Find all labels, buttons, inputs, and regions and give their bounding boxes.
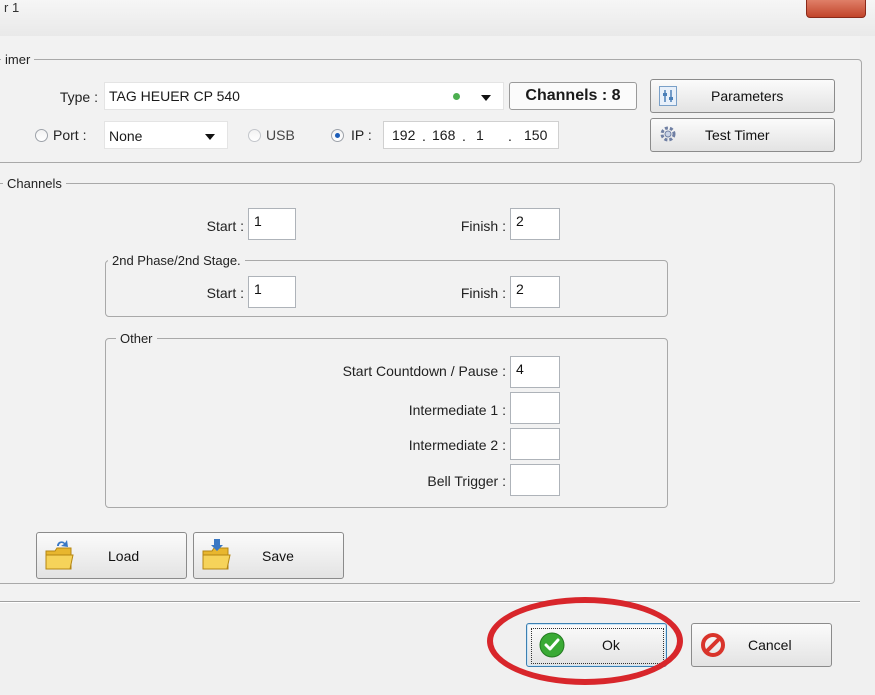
type-select-value: TAG HEUER CP 540 bbox=[109, 88, 240, 104]
port-label: Port : bbox=[53, 127, 87, 143]
finish-label: Finish : bbox=[460, 218, 506, 234]
second-phase-legend: 2nd Phase/2nd Stage. bbox=[112, 253, 241, 268]
cancel-button-label: Cancel bbox=[748, 637, 792, 653]
port-radio[interactable] bbox=[35, 129, 48, 142]
close-button[interactable] bbox=[806, 0, 866, 18]
bell-trigger-input[interactable] bbox=[510, 464, 560, 496]
ip-dot-2: . bbox=[462, 128, 466, 144]
bell-trigger-label: Bell Trigger : bbox=[427, 473, 506, 489]
phase2-start-label: Start : bbox=[206, 285, 244, 301]
usb-radio[interactable] bbox=[248, 129, 261, 142]
save-button[interactable]: Save bbox=[193, 532, 344, 579]
parameters-button[interactable]: Parameters bbox=[650, 79, 835, 113]
gear-icon bbox=[659, 125, 677, 143]
ip-label: IP : bbox=[351, 127, 372, 143]
channels-group-legend: Channels bbox=[7, 176, 62, 191]
folder-open-icon bbox=[43, 537, 75, 573]
chevron-down-icon[interactable] bbox=[205, 134, 215, 140]
sliders-icon bbox=[659, 86, 677, 106]
port-select-value: None bbox=[109, 128, 143, 144]
cancel-button[interactable]: Cancel bbox=[691, 623, 832, 667]
window-title: r 1 bbox=[4, 0, 20, 15]
chevron-down-icon[interactable] bbox=[481, 95, 491, 101]
channels-count-display: Channels : 8 bbox=[509, 82, 637, 110]
type-select[interactable]: TAG HEUER CP 540 bbox=[104, 82, 504, 110]
timer-group-legend: imer bbox=[5, 52, 31, 67]
ip-dot-1: . bbox=[422, 128, 426, 144]
status-dot-icon bbox=[453, 93, 460, 100]
ip-octet-4[interactable]: 150 bbox=[524, 122, 547, 148]
phase2-finish-label: Finish : bbox=[460, 285, 506, 301]
load-button[interactable]: Load bbox=[36, 532, 187, 579]
phase2-finish-input[interactable]: 2 bbox=[510, 276, 560, 308]
test-timer-button[interactable]: Test Timer bbox=[650, 118, 835, 152]
dialog-separator-highlight bbox=[0, 602, 860, 603]
intermediate2-label: Intermediate 2 : bbox=[408, 437, 506, 453]
phase2-start-input[interactable]: 1 bbox=[248, 276, 296, 308]
test-timer-button-label: Test Timer bbox=[705, 127, 770, 143]
countdown-label: Start Countdown / Pause : bbox=[342, 363, 506, 379]
ip-radio[interactable] bbox=[331, 129, 344, 142]
ip-address-input: 192 . 168 . 1 . 150 bbox=[383, 121, 559, 149]
save-button-label: Save bbox=[262, 548, 294, 564]
start-input[interactable]: 1 bbox=[248, 208, 296, 240]
intermediate1-input[interactable] bbox=[510, 392, 560, 424]
ip-dot-3: . bbox=[508, 128, 512, 144]
countdown-input[interactable]: 4 bbox=[510, 356, 560, 388]
other-group-legend: Other bbox=[120, 331, 153, 346]
highlight-ellipse bbox=[487, 597, 683, 685]
title-bar: r 1 bbox=[0, 0, 875, 36]
usb-label: USB bbox=[266, 127, 295, 143]
finish-input[interactable]: 2 bbox=[510, 208, 560, 240]
intermediate1-label: Intermediate 1 : bbox=[408, 402, 506, 418]
port-select[interactable]: None bbox=[104, 121, 228, 149]
ip-octet-3[interactable]: 1 bbox=[476, 122, 484, 148]
parameters-button-label: Parameters bbox=[711, 88, 784, 104]
folder-save-icon bbox=[200, 537, 232, 573]
intermediate2-input[interactable] bbox=[510, 428, 560, 460]
cancel-icon bbox=[700, 632, 726, 658]
type-label: Type : bbox=[59, 89, 98, 105]
load-button-label: Load bbox=[108, 548, 140, 564]
ip-octet-2[interactable]: 168 bbox=[432, 122, 455, 148]
start-label: Start : bbox=[206, 218, 244, 234]
ip-octet-1[interactable]: 192 bbox=[392, 122, 415, 148]
